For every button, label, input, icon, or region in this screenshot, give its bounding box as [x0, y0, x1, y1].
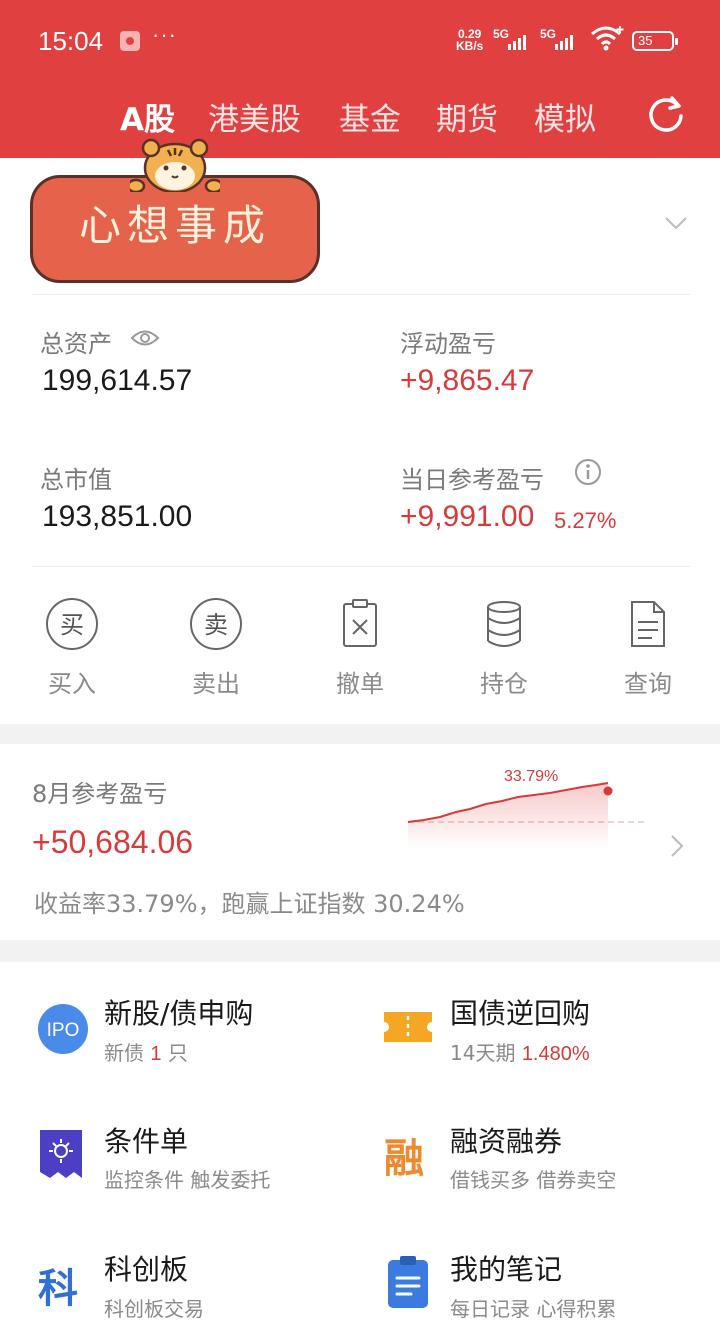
- daily-pnl-percent: 5.27%: [554, 508, 617, 533]
- daily-pnl-label: 当日参考盈亏: [400, 466, 544, 494]
- sell-button[interactable]: 卖 卖出: [166, 596, 266, 699]
- margin-icon: 融: [384, 1136, 424, 1182]
- service-ipo-title: 新股/债申购: [104, 997, 254, 1030]
- signal1-label: 5G: [493, 27, 510, 41]
- service-my-notes-title: 我的笔记: [450, 1253, 563, 1286]
- total-assets-label: 总资产: [40, 330, 112, 358]
- tab-simulation[interactable]: 模拟: [534, 94, 596, 139]
- total-assets-value: 199,614.57: [42, 364, 193, 397]
- ipo-icon: IPO: [38, 1004, 88, 1054]
- service-star-market-subtitle: 科创板交易: [104, 1297, 204, 1321]
- sparkline-peak-label: 33.79%: [504, 768, 559, 785]
- buy-icon-glyph: 买: [60, 611, 84, 639]
- buy-icon: 买: [46, 598, 98, 650]
- sell-label: 卖出: [192, 670, 240, 698]
- eye-icon[interactable]: [130, 327, 160, 349]
- query-label: 查询: [624, 670, 672, 698]
- signal2-bars-icon: [555, 32, 573, 50]
- network-speed: 0.29 KB/s: [456, 28, 483, 52]
- monthly-summary: 收益率33.79%，跑赢上证指数 30.24%: [34, 890, 465, 918]
- tab-funds[interactable]: 基金: [339, 94, 401, 139]
- buy-label: 买入: [48, 670, 96, 698]
- signal2-label: 5G: [540, 27, 557, 41]
- position-label: 持仓: [480, 670, 528, 698]
- floating-pnl-value: +9,865.47: [400, 364, 535, 397]
- query-icon: [631, 601, 665, 647]
- wifi-icon: [591, 26, 624, 51]
- ipo-icon-text: IPO: [47, 1020, 80, 1041]
- cancel-order-icon: [343, 599, 377, 647]
- service-margin-trading-subtitle: 借钱买多 借券卖空: [450, 1168, 617, 1192]
- signal1-bars-icon: [508, 32, 526, 50]
- monthly-pnl-value: +50,684.06: [32, 824, 194, 860]
- chevron-right-icon[interactable]: [670, 834, 684, 858]
- refresh-icon[interactable]: [646, 94, 686, 134]
- service-ipo-subtitle: 新债 1 只: [104, 1041, 188, 1065]
- top-nav: A股 港美股 基金 期货 模拟: [0, 80, 720, 158]
- status-bar: 15:04 ··· 0.29 KB/s 5G 5G 35: [0, 0, 720, 80]
- service-condition-order-subtitle: 监控条件 触发委托: [104, 1168, 271, 1192]
- floating-pnl-label: 浮动盈亏: [400, 330, 496, 358]
- daily-pnl-value: +9,991.00: [400, 500, 535, 533]
- service-my-notes-subtitle: 每日记录 心得积累: [450, 1297, 617, 1321]
- battery-indicator: 35: [632, 31, 678, 51]
- position-icon: [487, 601, 521, 647]
- cancel-order-button[interactable]: 撤单: [310, 596, 410, 699]
- service-reverse-repo-subtitle: 14天期 1.480%: [450, 1041, 590, 1065]
- service-condition-order-title: 条件单: [104, 1125, 189, 1158]
- info-icon[interactable]: [574, 458, 602, 486]
- tab-futures[interactable]: 期货: [436, 94, 498, 139]
- service-margin-trading-title: 融资融券: [450, 1125, 563, 1158]
- sell-icon: 卖: [190, 598, 242, 650]
- market-value-value: 193,851.00: [42, 500, 193, 533]
- sell-icon-glyph: 卖: [204, 611, 228, 639]
- monthly-pnl-title: 8月参考盈亏: [32, 780, 168, 808]
- service-star-market-title: 科创板: [104, 1253, 189, 1286]
- tab-a-shares[interactable]: A股: [120, 94, 175, 139]
- notes-icon: [388, 1256, 428, 1308]
- buy-button[interactable]: 买 买入: [22, 596, 122, 699]
- query-button[interactable]: 查询: [598, 596, 698, 699]
- network-speed-unit: KB/s: [456, 39, 484, 53]
- ticket-icon: [384, 1012, 432, 1042]
- status-time: 15:04: [38, 26, 104, 56]
- market-value-label: 总市值: [40, 466, 112, 494]
- cancel-order-label: 撤单: [336, 670, 384, 698]
- tiger-mascot-icon: [130, 138, 220, 192]
- screen-record-icon: [120, 31, 140, 51]
- star-market-icon: 科: [38, 1266, 78, 1312]
- divider: [32, 294, 690, 295]
- tab-hk-us-stocks[interactable]: 港美股: [208, 94, 301, 139]
- condition-order-icon: [40, 1130, 82, 1178]
- more-notifications-icon: ···: [152, 22, 177, 47]
- chevron-down-icon[interactable]: [664, 216, 688, 230]
- position-button[interactable]: 持仓: [454, 596, 554, 699]
- service-reverse-repo-title: 国债逆回购: [450, 997, 591, 1030]
- divider: [32, 566, 690, 567]
